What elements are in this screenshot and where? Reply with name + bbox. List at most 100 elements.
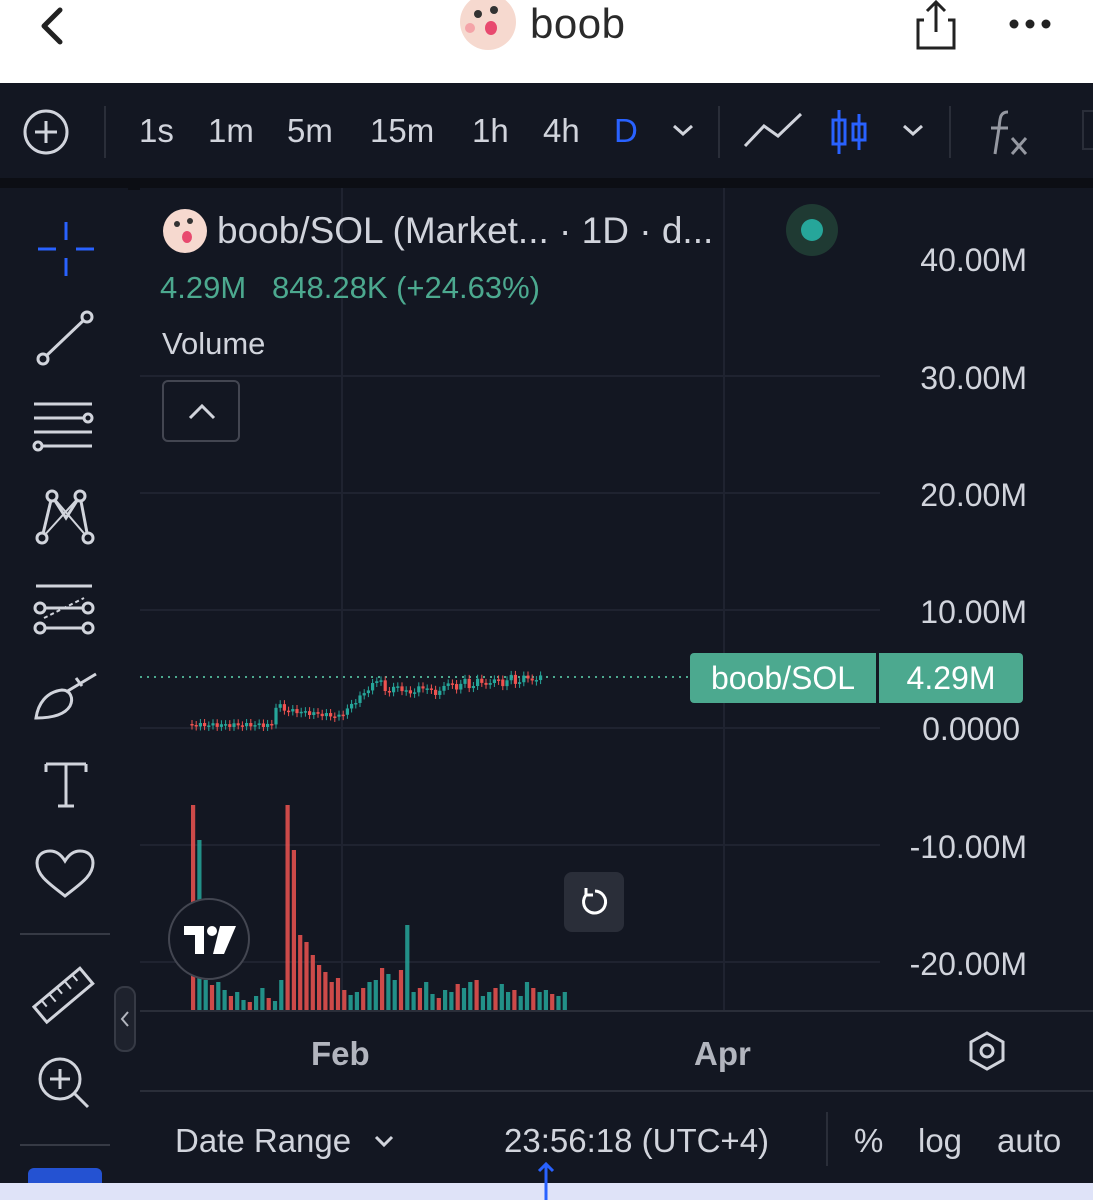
back-chevron-icon[interactable]: [34, 6, 74, 46]
session-time[interactable]: 23:56:18 (UTC+4): [504, 1122, 769, 1160]
fib-retracement-icon[interactable]: [30, 398, 96, 456]
timeframe-4h[interactable]: 4h: [543, 112, 580, 150]
candle-body: [467, 678, 471, 689]
candle-body: [392, 686, 396, 693]
share-icon[interactable]: [910, 0, 962, 52]
candle-body: [375, 681, 379, 684]
volume-bar: [550, 994, 555, 1010]
candle-body: [194, 725, 198, 727]
scroll-up-arrow-icon[interactable]: [536, 1160, 556, 1200]
volume-bar: [556, 996, 561, 1010]
symbol-title[interactable]: boob/SOL (Market... · 1D · d...: [217, 210, 713, 252]
volume-bar: [342, 990, 347, 1010]
toolbar-divider: [949, 106, 951, 158]
candle-body: [455, 684, 459, 690]
ruler-measure-icon[interactable]: [32, 965, 96, 1027]
volume-bar: [260, 988, 265, 1010]
volume-bar: [436, 998, 441, 1010]
tools-divider: [20, 1144, 110, 1146]
volume-bar: [405, 925, 410, 1010]
volume-bar: [380, 968, 385, 1010]
candle-body: [270, 723, 274, 726]
candle-body: [425, 688, 429, 690]
app-title: boob: [530, 0, 626, 47]
chart-settings-icon[interactable]: [966, 1030, 1008, 1072]
date-range-button[interactable]: Date Range: [175, 1122, 351, 1160]
candle-body: [362, 693, 366, 696]
volume-bar: [449, 992, 454, 1010]
candle-body: [404, 690, 408, 692]
candle-body: [429, 688, 433, 690]
timeframe-15m[interactable]: 15m: [370, 112, 434, 150]
candle-body: [366, 690, 370, 694]
volume-bar: [291, 850, 296, 1010]
candle-body: [278, 704, 282, 708]
candle-body: [282, 704, 286, 711]
timeframe-d[interactable]: D: [614, 112, 638, 150]
timeframe-1s[interactable]: 1s: [139, 112, 174, 150]
timeframe-1h[interactable]: 1h: [472, 112, 509, 150]
crosshair-icon[interactable]: [36, 220, 96, 278]
candle-body: [291, 709, 295, 712]
collapse-tools-handle[interactable]: [114, 986, 136, 1052]
candle-body: [203, 723, 207, 727]
line-chart-icon[interactable]: [742, 110, 804, 152]
brush-icon[interactable]: [32, 670, 100, 722]
add-icon[interactable]: [22, 108, 70, 156]
volume-bar: [335, 978, 341, 1010]
pattern-tool-icon[interactable]: [32, 488, 96, 546]
candle-body: [219, 724, 223, 727]
zoom-in-icon[interactable]: [36, 1055, 92, 1111]
volume-bar: [241, 1000, 246, 1010]
volume-bar: [398, 970, 404, 1010]
candlestick-chart-icon[interactable]: [828, 108, 870, 156]
collapse-legend-button[interactable]: [162, 380, 240, 442]
volume-bar: [524, 982, 530, 1010]
candle-body: [438, 690, 442, 695]
forecast-tool-icon[interactable]: [32, 578, 96, 636]
percent-scale-toggle[interactable]: %: [854, 1122, 883, 1160]
candle-body: [316, 712, 320, 714]
more-options-icon[interactable]: [1005, 10, 1055, 38]
candle-body: [324, 713, 328, 717]
chart-type-dropdown-chevron-icon[interactable]: [900, 120, 926, 140]
y-axis-label: 20.00M: [920, 477, 1027, 513]
reset-chart-button[interactable]: [564, 872, 624, 932]
candle-body: [387, 691, 391, 693]
favorites-heart-icon[interactable]: [34, 848, 96, 900]
timeframe-1m[interactable]: 1m: [208, 112, 254, 150]
candle-body: [522, 675, 526, 683]
volume-bar: [203, 980, 208, 1010]
candle-body: [320, 713, 324, 717]
volume-bar: [562, 992, 567, 1010]
volume-bar: [216, 982, 221, 1010]
candle-body: [350, 703, 354, 709]
candle-body: [337, 714, 341, 717]
tradingview-logo-icon: [184, 926, 236, 954]
volume-indicator-label[interactable]: Volume: [162, 326, 265, 362]
volume-bar: [329, 982, 334, 1010]
trend-line-icon[interactable]: [34, 308, 96, 368]
date-range-chevron-down-icon[interactable]: [372, 1132, 396, 1150]
toolbar-divider: [718, 106, 720, 158]
timeframe-5m[interactable]: 5m: [287, 112, 333, 150]
auto-scale-toggle[interactable]: auto: [997, 1122, 1061, 1160]
log-scale-toggle[interactable]: log: [918, 1122, 962, 1160]
candle-body: [312, 712, 316, 715]
legend-change: 848.28K (+24.63%): [272, 270, 540, 305]
volume-bar: [323, 972, 328, 1010]
y-axis-label: 40.00M: [920, 242, 1027, 278]
candle-body: [228, 724, 232, 727]
text-tool-icon[interactable]: [44, 760, 88, 810]
volume-bar: [272, 1001, 278, 1010]
chevron-left-icon: [120, 1011, 129, 1027]
timeframe-dropdown-chevron-icon[interactable]: [670, 120, 696, 140]
reset-icon: [582, 888, 608, 915]
tradingview-logo[interactable]: [168, 898, 250, 980]
volume-bar: [298, 935, 303, 1010]
candlestick-series: [190, 670, 543, 731]
candle-body: [345, 708, 349, 715]
candle-body: [308, 711, 312, 715]
indicators-fx-icon[interactable]: [984, 108, 1030, 158]
candle-body: [236, 723, 240, 726]
